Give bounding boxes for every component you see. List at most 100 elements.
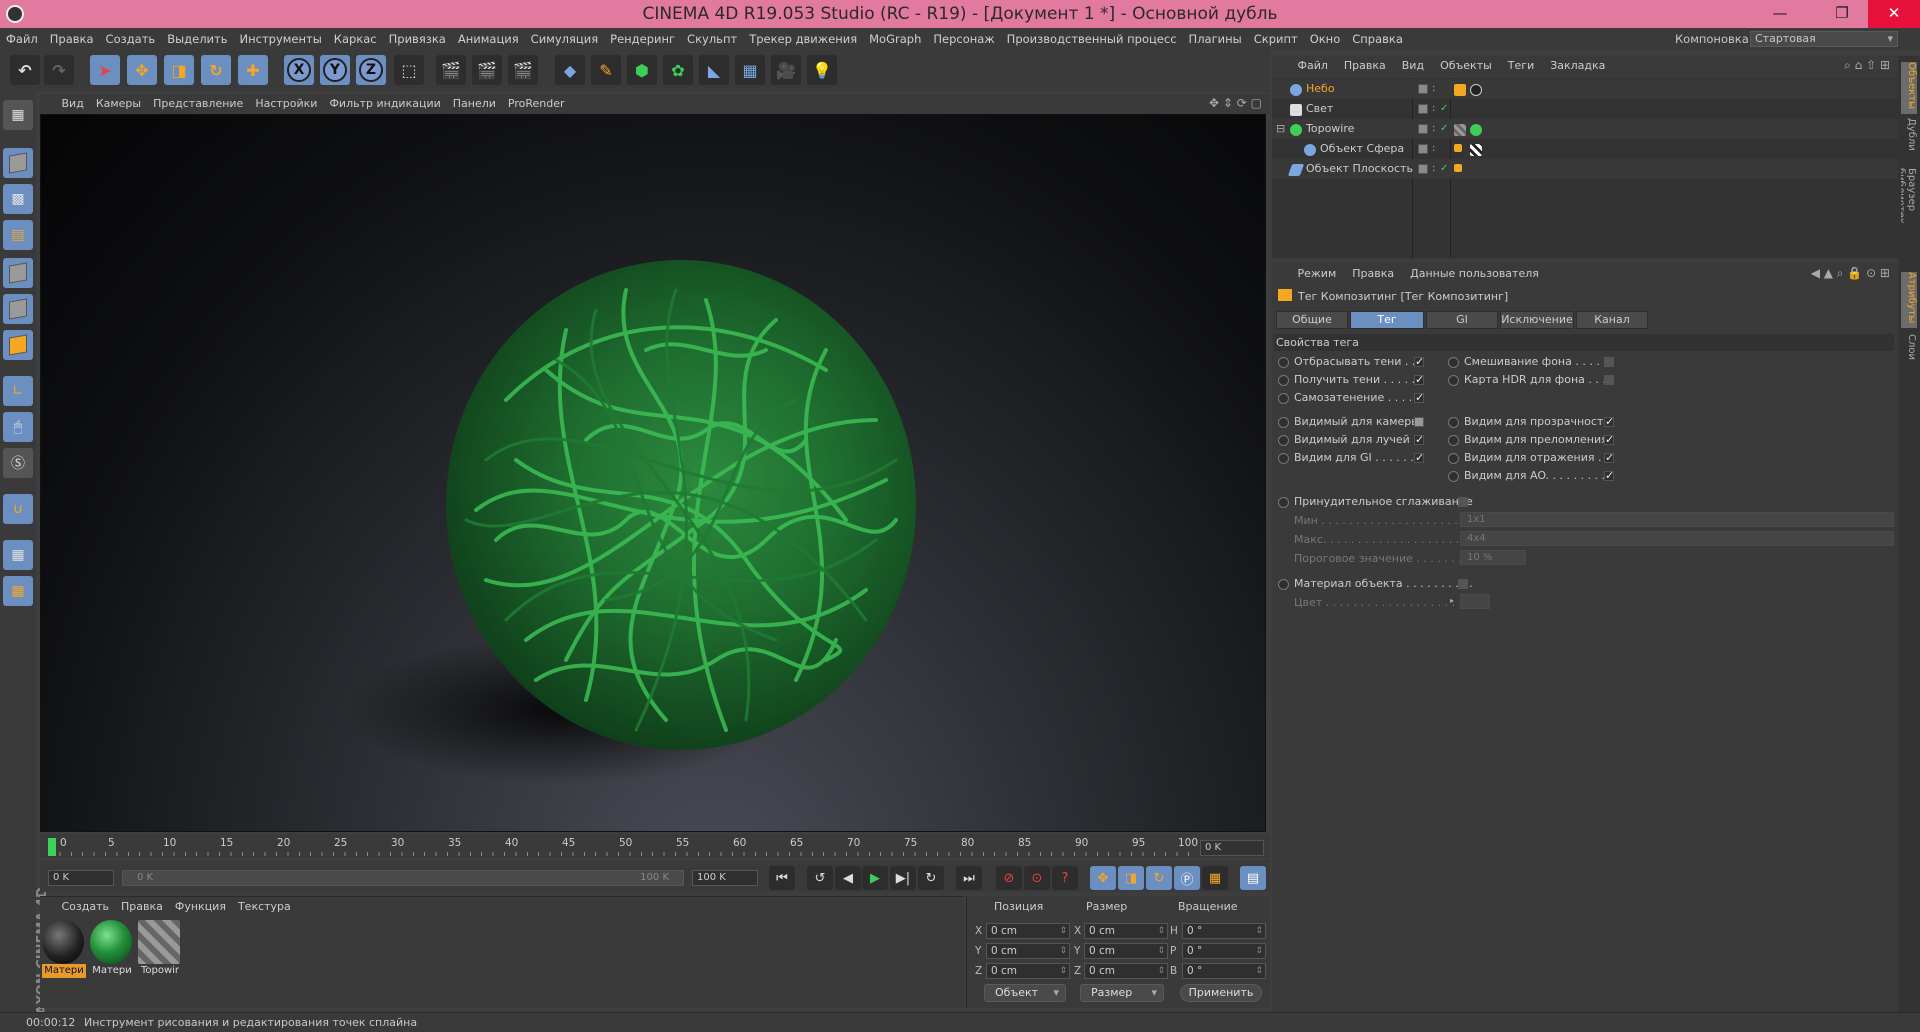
tab-content-browser[interactable]: Браузер библиотек [1901,168,1917,268]
object-material-checkbox[interactable] [1458,579,1468,589]
coord-mode-dropdown[interactable]: Объект [984,984,1066,1002]
object-menu-tags[interactable]: Теги [1500,56,1542,76]
previous-frame-icon[interactable]: ◀ [835,866,861,890]
z-axis-toggle[interactable]: Z [356,55,386,85]
recent-tool-icon[interactable]: ✚ [238,55,268,85]
maximize-button[interactable]: ❐ [1820,0,1864,28]
viewport-menu-view[interactable]: Вид [56,94,90,114]
menu-mesh[interactable]: Каркас [328,28,383,50]
seen-by-rays-checkbox[interactable]: ✓ [1414,434,1424,445]
object-row-plane[interactable]: Объект Плоскость : ✓ [1272,159,1898,179]
anim-radio[interactable] [1278,453,1289,464]
next-frame-icon[interactable]: ▶| [890,866,916,890]
color-swatch[interactable] [1460,594,1490,609]
material-tag-icon[interactable] [1470,84,1482,96]
viewport-menu-panel[interactable]: Панели [447,94,502,114]
object-row-light[interactable]: Свет : ✓ [1272,99,1898,119]
attribute-nav-icons[interactable]: ◀ ▲ ⌕ 🔒 ⊙ ⊞ [1811,266,1890,281]
record-pla-icon[interactable]: ▦ [1202,866,1228,890]
position-y-field[interactable]: 0 cm [986,943,1070,959]
viewport-menu-filter[interactable]: Фильтр индикации [323,94,446,114]
pen-spline-icon[interactable]: ✎ [591,55,621,85]
enabled-check-icon[interactable]: ✓ [1440,104,1450,114]
seen-by-transparency-checkbox[interactable]: ✓ [1604,416,1614,427]
layer-box[interactable] [1418,164,1428,174]
record-active-icon[interactable]: ⊘ [996,866,1022,890]
viewport-nav-icons[interactable]: ✥ ⇕ ⟳ ▢ [1209,96,1262,110]
max-dropdown[interactable]: 4x4 [1460,531,1894,546]
viewport-menu-prorender[interactable]: ProRender [502,94,571,114]
timeline-start-field[interactable]: 0 K [48,870,114,886]
previous-key-icon[interactable]: ↺ [807,866,833,890]
hdr-background-checkbox[interactable] [1604,375,1614,385]
menu-select[interactable]: Выделить [161,28,233,50]
menu-mograph[interactable]: MoGraph [863,28,927,50]
playhead[interactable] [48,838,56,856]
layer-box[interactable] [1418,104,1428,114]
menu-render[interactable]: Рендеринг [604,28,681,50]
tab-objects[interactable]: Объекты [1901,62,1917,114]
rotate-icon[interactable]: ↻ [201,55,231,85]
menu-sculpt[interactable]: Скульпт [681,28,743,50]
collapse-icon[interactable]: ⊟ [1276,119,1285,139]
redo-icon[interactable]: ↷ [44,55,74,85]
tweak-mode-icon[interactable]: 🖱 [3,412,33,442]
rotation-b-field[interactable]: 0 ° [1182,963,1266,979]
seen-by-camera-checkbox[interactable] [1414,417,1424,427]
model-mode-icon[interactable] [3,148,33,178]
solo-mode-icon[interactable]: Ⓢ [3,448,33,478]
material-swatch-2[interactable]: Матери [90,920,134,978]
menu-animate[interactable]: Анимация [452,28,525,50]
tab-gi[interactable]: GI [1426,311,1498,329]
layer-box[interactable] [1418,124,1428,134]
anim-radio[interactable] [1278,579,1289,590]
tab-takes[interactable]: Дубли [1901,118,1917,164]
anim-radio[interactable] [1278,497,1289,508]
layer-box[interactable] [1418,144,1428,154]
material-swatch-3[interactable]: Topowir [138,920,182,978]
texture-mode-icon[interactable]: ▩ [3,184,33,214]
menu-script[interactable]: Скрипт [1248,28,1304,50]
menu-snap[interactable]: Привязка [383,28,452,50]
anim-radio[interactable] [1448,453,1459,464]
camera-icon[interactable]: 🎥 [771,55,801,85]
menu-tools[interactable]: Инструменты [234,28,328,50]
threshold-field[interactable]: 10 % [1460,550,1526,565]
render-settings-icon[interactable]: 🎬 [508,55,538,85]
tab-attributes[interactable]: Атрибуты [1901,272,1917,328]
anim-radio[interactable] [1278,435,1289,446]
next-key-icon[interactable]: ↻ [918,866,944,890]
coordinate-system-icon[interactable]: ⬚ [394,55,424,85]
timeline-end-field[interactable]: 100 K [692,870,758,886]
current-frame-field[interactable]: 0 K [1200,840,1264,856]
make-editable-icon[interactable]: ▦ [3,100,33,130]
render-picture-viewer-icon[interactable]: 🎬 [472,55,502,85]
record-position-icon[interactable]: ✥ [1090,866,1116,890]
object-row-topowire[interactable]: ⊟ Topowire : ✓ [1272,119,1898,139]
close-button[interactable]: ✕ [1868,0,1920,28]
x-axis-toggle[interactable]: X [284,55,314,85]
minimize-button[interactable]: — [1758,0,1802,28]
menu-simulate[interactable]: Симуляция [525,28,604,50]
go-to-start-icon[interactable]: ⏮ [769,866,795,890]
size-z-field[interactable]: 0 cm [1084,963,1168,979]
autokey-icon[interactable]: ⊙ [1024,866,1050,890]
edges-mode-icon[interactable] [3,294,33,324]
anim-radio[interactable] [1448,471,1459,482]
scale-icon[interactable]: ◨ [164,55,194,85]
compositing-background-checkbox[interactable] [1604,357,1614,367]
tab-basic[interactable]: Общие [1276,311,1348,329]
expand-arrow-icon[interactable]: ▸ [1450,596,1454,605]
object-menu-view[interactable]: Вид [1394,56,1432,76]
y-axis-toggle[interactable]: Y [320,55,350,85]
array-generator-icon[interactable]: ✿ [663,55,693,85]
material-menu-create[interactable]: Создать [56,897,116,917]
workplane-mode-icon[interactable]: ▤ [3,220,33,250]
attribute-menu-edit[interactable]: Правка [1344,264,1402,284]
self-shadowing-checkbox[interactable]: ✓ [1414,392,1424,403]
attribute-menu-user-data[interactable]: Данные пользователя [1402,264,1547,284]
apply-button[interactable]: Применить [1180,984,1262,1002]
menu-plugins[interactable]: Плагины [1183,28,1248,50]
menu-motion-tracker[interactable]: Трекер движения [743,28,863,50]
anim-radio[interactable] [1278,393,1289,404]
